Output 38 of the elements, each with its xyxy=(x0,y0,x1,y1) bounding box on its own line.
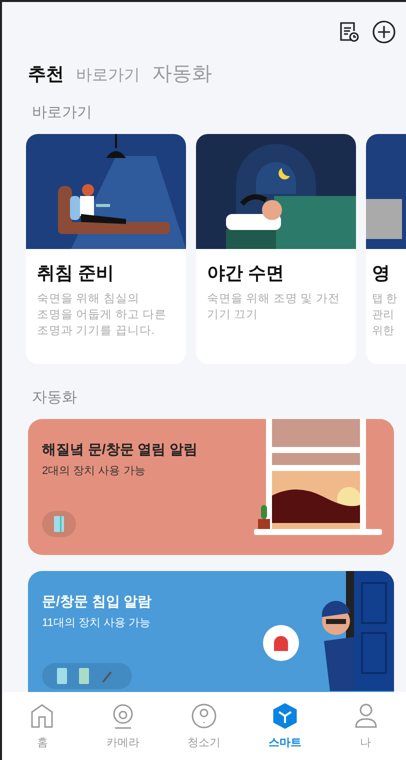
home-icon xyxy=(30,702,54,728)
nav-item[interactable]: 스마트 xyxy=(254,702,315,750)
automation-card[interactable]: 해질녘 문/창문 열림 알림 2대의 장치 사용 가능 xyxy=(28,419,394,555)
section-heading: 바로가기 xyxy=(31,103,93,122)
card-description: 탭 한 xyxy=(372,292,398,307)
device-count: 11대의 장치 사용 가능 xyxy=(42,616,152,630)
nav-item[interactable]: 홈 xyxy=(12,702,72,750)
card-description: 위한 xyxy=(372,324,395,339)
tab[interactable]: 바로가기 xyxy=(76,65,144,86)
door-sensor-icon xyxy=(54,516,64,532)
robot-vacuum-icon xyxy=(190,702,217,728)
card-title: 취침 준비 xyxy=(37,262,116,285)
section-heading: 자동화 xyxy=(31,388,78,407)
automation-card[interactable]: 문/창문 침입 알람 11대의 장치 사용 가능 xyxy=(28,571,394,692)
camera-icon xyxy=(111,702,136,728)
tab[interactable]: 추천 xyxy=(28,62,68,86)
card-title: 영 xyxy=(372,262,391,285)
card-description: 조명과 기기를 끕니다. xyxy=(37,324,156,339)
device-count: 2대의 장치 사용 가능 xyxy=(42,464,146,478)
card-description: 관리 xyxy=(372,308,395,323)
shortcut-card[interactable]: 야간 수면 숙면을 위해 조명 및 가전 기기 끄기 xyxy=(196,134,356,364)
add-icon[interactable] xyxy=(372,20,396,44)
shortcut-card[interactable]: 취침 준비 숙면을 위해 침실의 조명을 어둡게 하고 다른 조명과 기기를 끕니다. xyxy=(26,134,186,364)
tab[interactable]: 자동화 xyxy=(152,60,216,87)
shortcut-card[interactable]: 영 탭 한 관리 위한 xyxy=(366,134,406,364)
person-icon xyxy=(354,702,378,728)
nav-item[interactable]: 청소기 xyxy=(174,702,234,750)
automation-title: 해질녘 문/창문 열림 알림 xyxy=(42,441,199,459)
nav-item[interactable]: 나 xyxy=(336,702,396,750)
card-title: 야간 수면 xyxy=(207,262,286,285)
automation-title: 문/창문 침입 알람 xyxy=(42,593,153,611)
nav-item[interactable]: 카메라 xyxy=(93,702,154,750)
cube-icon xyxy=(272,702,298,728)
card-description: 숙면을 위해 침실의 xyxy=(37,292,140,307)
card-description: 기기 끄기 xyxy=(207,308,260,323)
history-icon[interactable] xyxy=(338,21,360,43)
card-description: 조명을 어둡게 하고 다른 xyxy=(37,308,168,323)
card-description: 숙면을 위해 조명 및 가전 xyxy=(207,292,341,307)
